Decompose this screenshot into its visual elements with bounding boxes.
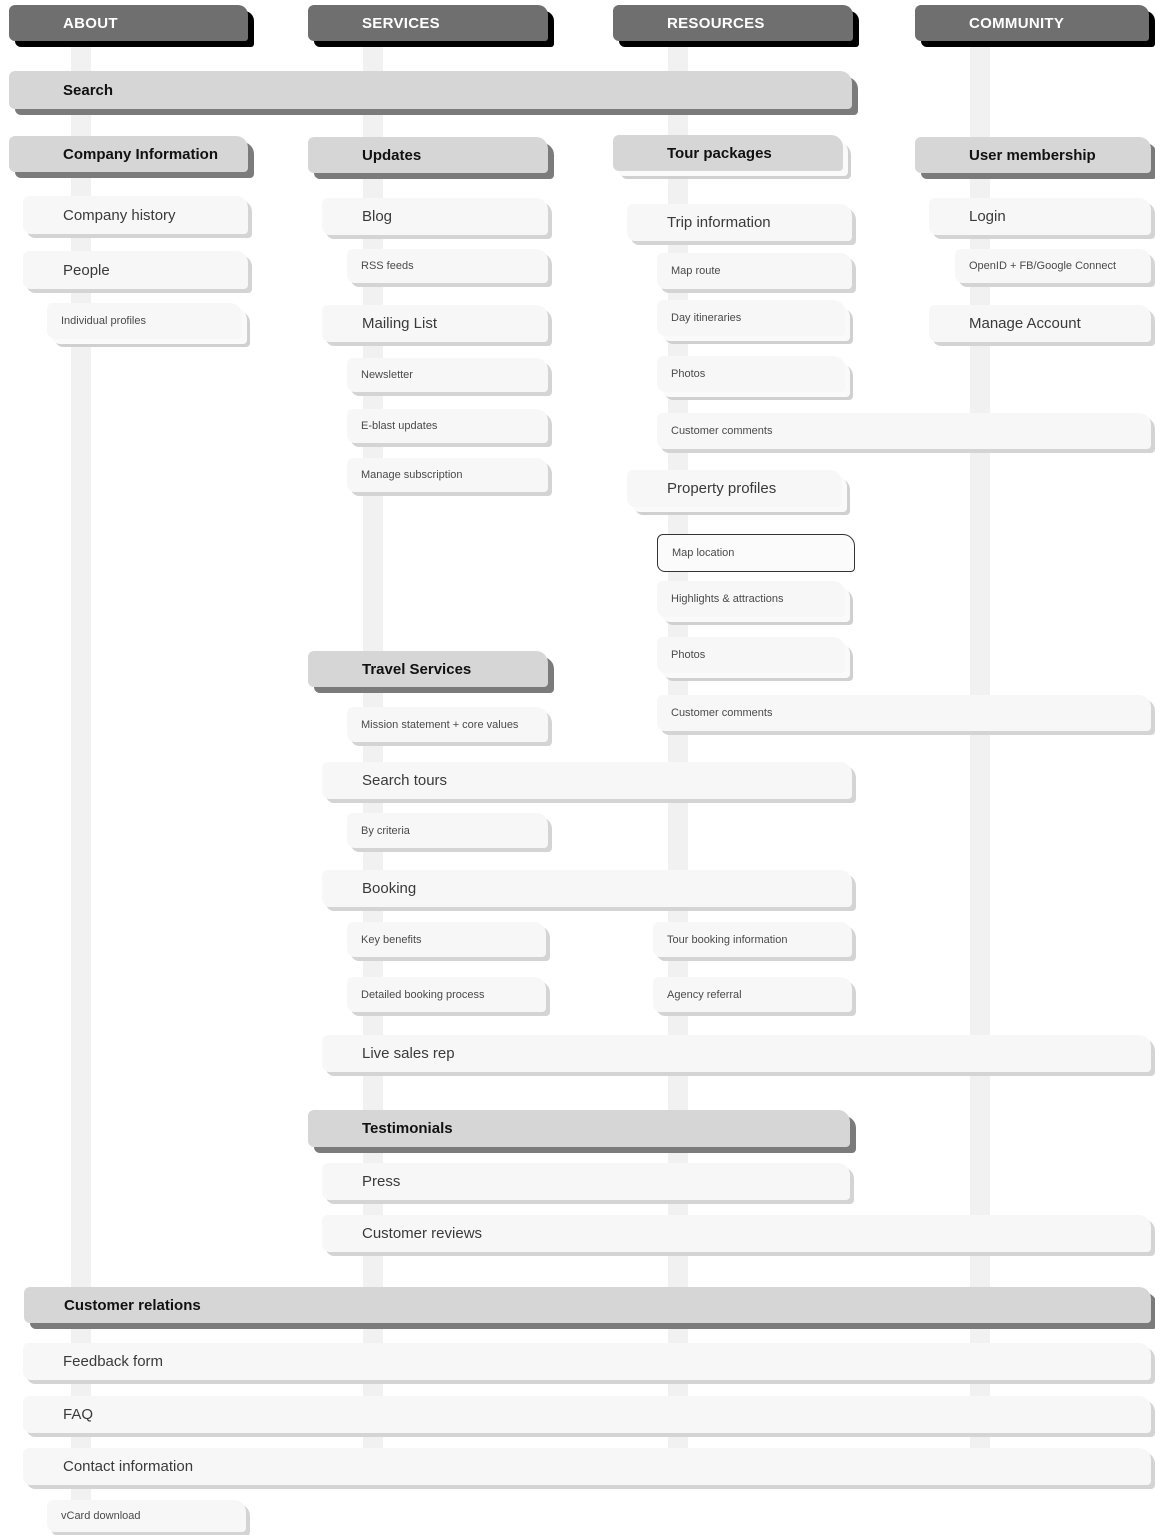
mission-statement-node[interactable]: Mission statement + core values	[347, 707, 548, 742]
column-header-about[interactable]: ABOUT	[9, 5, 248, 41]
column-header-resources[interactable]: RESOURCES	[613, 5, 853, 41]
openid-connect-node[interactable]: OpenID + FB/Google Connect	[955, 249, 1151, 283]
feedback-form-node[interactable]: Feedback form	[23, 1343, 1151, 1380]
tour-booking-information-node[interactable]: Tour booking information	[653, 922, 852, 957]
vcard-download-node[interactable]: vCard download	[47, 1500, 246, 1532]
map-route-node[interactable]: Map route	[657, 253, 852, 289]
map-location-node[interactable]: Map location	[657, 534, 855, 572]
testimonials-node[interactable]: Testimonials	[308, 1110, 850, 1147]
blog-node[interactable]: Blog	[322, 198, 548, 235]
company-information-node[interactable]: Company Information	[9, 136, 248, 172]
updates-node[interactable]: Updates	[308, 137, 548, 173]
photos-trip-node[interactable]: Photos	[657, 356, 845, 392]
people-node[interactable]: People	[23, 251, 248, 289]
by-criteria-node[interactable]: By criteria	[347, 813, 548, 848]
faq-node[interactable]: FAQ	[23, 1396, 1151, 1433]
booking-node[interactable]: Booking	[322, 870, 852, 907]
user-membership-node[interactable]: User membership	[915, 137, 1151, 173]
photos-property-node[interactable]: Photos	[657, 637, 845, 673]
key-benefits-node[interactable]: Key benefits	[347, 922, 546, 957]
travel-services-node[interactable]: Travel Services	[308, 651, 548, 687]
highlights-attractions-node[interactable]: Highlights & attractions	[657, 581, 845, 617]
login-node[interactable]: Login	[929, 198, 1151, 235]
manage-subscription-node[interactable]: Manage subscription	[347, 458, 548, 492]
day-itineraries-node[interactable]: Day itineraries	[657, 300, 845, 336]
live-sales-rep-node[interactable]: Live sales rep	[322, 1035, 1151, 1072]
detailed-booking-process-node[interactable]: Detailed booking process	[347, 977, 546, 1012]
customer-comments-trip-node[interactable]: Customer comments	[657, 413, 1151, 449]
property-profiles-node[interactable]: Property profiles	[627, 470, 842, 507]
agency-referral-node[interactable]: Agency referral	[653, 977, 852, 1012]
newsletter-node[interactable]: Newsletter	[347, 358, 548, 392]
eblast-updates-node[interactable]: E-blast updates	[347, 409, 548, 443]
search-node[interactable]: Search	[9, 71, 852, 109]
column-header-community[interactable]: COMMUNITY	[915, 5, 1149, 41]
customer-reviews-node[interactable]: Customer reviews	[322, 1215, 1151, 1252]
company-history-node[interactable]: Company history	[23, 196, 248, 234]
press-node[interactable]: Press	[322, 1163, 850, 1200]
rss-feeds-node[interactable]: RSS feeds	[347, 249, 548, 283]
trip-information-node[interactable]: Trip information	[627, 204, 852, 241]
individual-profiles-node[interactable]: Individual profiles	[47, 303, 242, 339]
contact-information-node[interactable]: Contact information	[23, 1448, 1151, 1485]
tour-packages-node[interactable]: Tour packages	[613, 135, 843, 171]
customer-relations-node[interactable]: Customer relations	[24, 1287, 1151, 1323]
column-header-services[interactable]: SERVICES	[308, 5, 548, 41]
customer-comments-property-node[interactable]: Customer comments	[657, 695, 1151, 731]
search-tours-node[interactable]: Search tours	[322, 762, 852, 799]
manage-account-node[interactable]: Manage Account	[929, 305, 1151, 342]
mailing-list-node[interactable]: Mailing List	[322, 305, 548, 342]
